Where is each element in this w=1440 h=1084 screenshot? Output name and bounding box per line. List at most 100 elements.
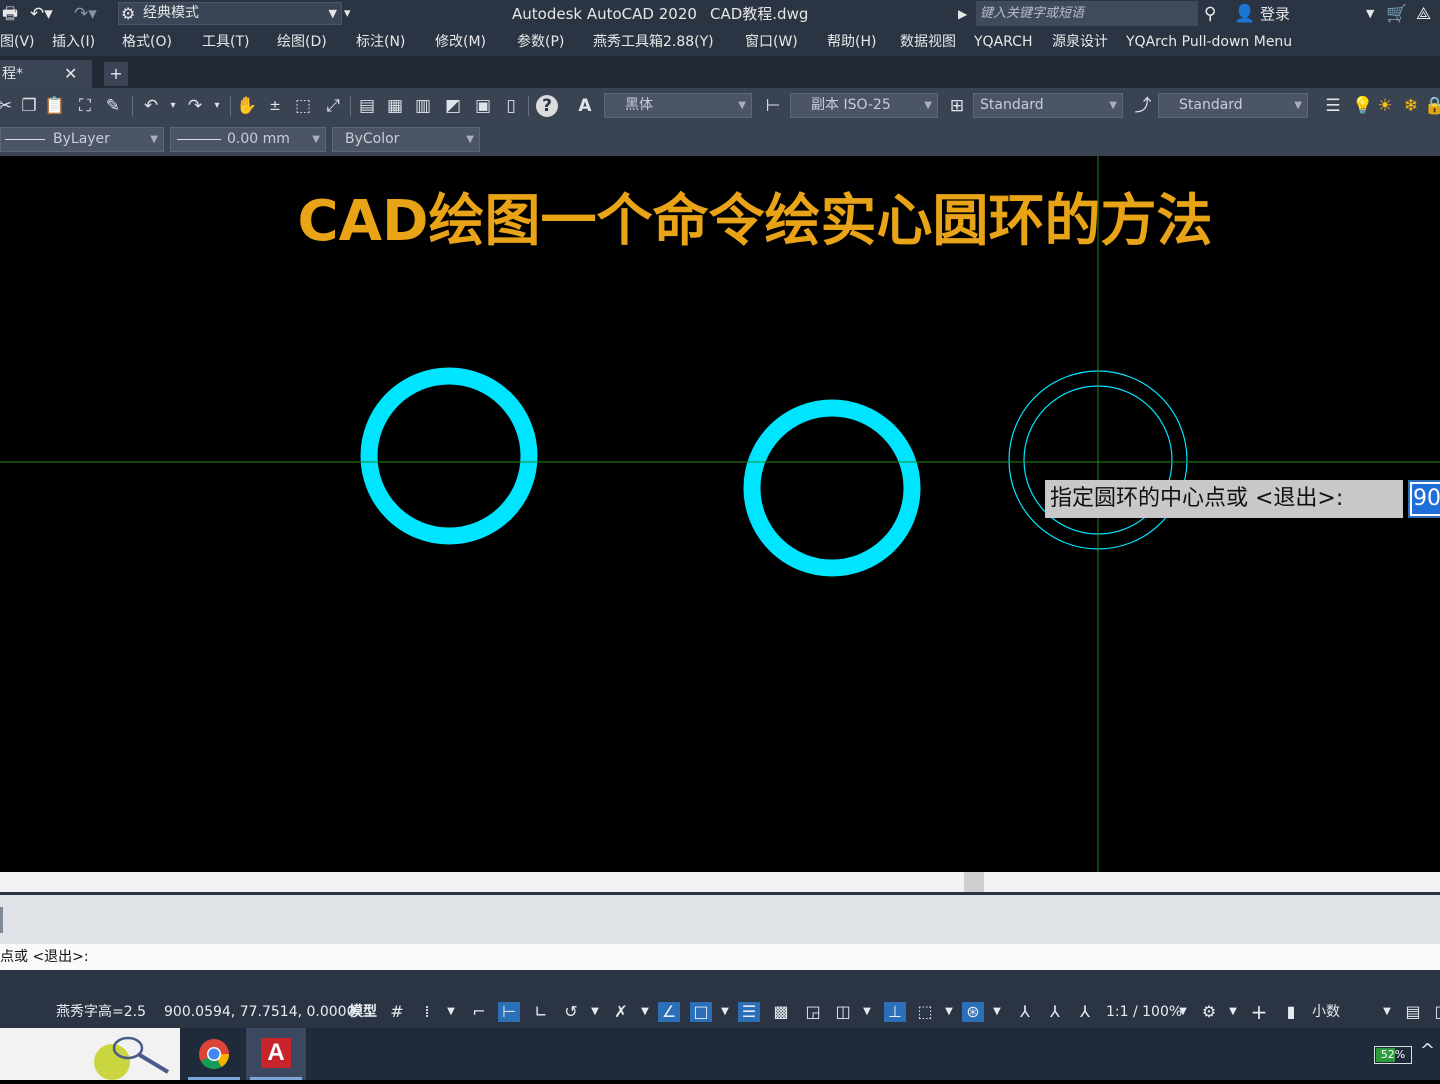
dynamic-input-icon[interactable]: ⊢	[498, 1002, 520, 1022]
annotation-scale-icon[interactable]: ⅄	[1074, 1002, 1096, 1022]
menu-item-yqarch-pulldown[interactable]: YQArch Pull-down Menu	[1126, 28, 1292, 56]
units-icon[interactable]: ▮	[1280, 1002, 1302, 1022]
undo-icon[interactable]: ↶▾	[30, 4, 53, 24]
signin-link[interactable]: 登录	[1260, 0, 1290, 28]
solid-donut-1[interactable]	[360, 367, 538, 545]
lineweight-select[interactable]: 0.00 mm ▼	[170, 127, 326, 152]
menu-item-modify[interactable]: 修改(M)	[435, 28, 486, 56]
menu-item-tools[interactable]: 工具(T)	[202, 28, 249, 56]
menu-item-view[interactable]: 图(V)	[0, 28, 35, 56]
lock-icon[interactable]: 🔒	[1424, 95, 1440, 117]
binoculars-icon[interactable]: ⚲	[1204, 4, 1216, 24]
properties-icon[interactable]: ▤	[356, 95, 378, 117]
gizmo-dropdown-icon[interactable]: ▼	[986, 1002, 1008, 1022]
show-hidden-icons-icon[interactable]: ^	[1420, 1040, 1435, 1061]
model-space-toggle[interactable]: 模型	[349, 996, 377, 1028]
lineweight-icon[interactable]: ☰	[738, 1002, 760, 1022]
multileader-style-icon[interactable]: ⤴	[1132, 95, 1154, 117]
user-icon[interactable]: 👤	[1234, 4, 1255, 24]
zoom-window-icon[interactable]: ⬚	[292, 95, 314, 117]
match-properties-icon[interactable]: ⛶	[74, 95, 96, 117]
paste-icon[interactable]: 📋	[44, 95, 66, 117]
table-style-icon[interactable]: ⊞	[946, 95, 968, 117]
object-snap-icon[interactable]: □	[690, 1002, 712, 1022]
multileader-style-select[interactable]: Standard ▼	[1158, 93, 1308, 118]
chrome-taskbar-button[interactable]	[184, 1028, 244, 1080]
selection-filter-dropdown-icon[interactable]: ▼	[938, 1002, 960, 1022]
cut-icon[interactable]: ✂	[0, 95, 16, 117]
selection-filter-icon[interactable]: ⬚	[914, 1002, 936, 1022]
undo-toolbar-icon[interactable]: ↶	[140, 95, 162, 117]
menu-item-dataview[interactable]: 数据视图	[900, 28, 956, 56]
text-height-readout[interactable]: 燕秀字高=2.5	[56, 996, 146, 1028]
zoom-previous-icon[interactable]: ⤢	[322, 95, 344, 117]
plotstyle-select[interactable]: ByColor ▼	[332, 127, 480, 152]
command-grip[interactable]	[0, 907, 3, 933]
dynamic-input-field[interactable]: 90	[1408, 480, 1440, 518]
dimension-style-icon[interactable]: ⊢	[762, 95, 784, 117]
menu-item-dimension[interactable]: 标注(N)	[356, 28, 405, 56]
workspace-gear-icon[interactable]: ⚙	[1198, 1002, 1220, 1022]
customize-qat-icon[interactable]: ▾	[344, 4, 351, 24]
solid-donut-2[interactable]	[743, 399, 921, 577]
menu-item-yqarch[interactable]: YQARCH	[974, 28, 1032, 56]
workspace-dropdown-icon[interactable]: ▼	[1222, 1002, 1244, 1022]
clean-screen-icon[interactable]: ▯	[1428, 1002, 1440, 1022]
tab-drawing[interactable]: 程* ✕	[0, 60, 92, 88]
zoom-realtime-icon[interactable]: ±	[264, 95, 286, 117]
units-value[interactable]: 小数	[1312, 996, 1340, 1028]
horizontal-scrollbar[interactable]	[0, 872, 1440, 892]
transparency-icon[interactable]: ▩	[770, 1002, 792, 1022]
scrollbar-thumb[interactable]	[964, 872, 984, 892]
lightbulb-icon[interactable]: 💡	[1352, 95, 1374, 117]
taskbar-search-area[interactable]	[0, 1028, 180, 1080]
auto-scale-icon[interactable]: ⅄	[1044, 1002, 1066, 1022]
menu-item-insert[interactable]: 插入(I)	[52, 28, 95, 56]
workspace-selector[interactable]: ⚙ 经典模式 ▼	[118, 2, 342, 25]
battery-indicator[interactable]: 52%	[1374, 1046, 1412, 1064]
menu-item-parametric[interactable]: 参数(P)	[517, 28, 564, 56]
text-style-select[interactable]: 黑体 ▼	[604, 93, 752, 118]
polar-icon[interactable]: ↺	[560, 1002, 582, 1022]
undo-dropdown-icon[interactable]: ▾	[162, 95, 184, 117]
snap-dropdown-icon[interactable]: ▼	[440, 1002, 462, 1022]
3d-osnap-dropdown-icon[interactable]: ▼	[856, 1002, 878, 1022]
drawing-canvas[interactable]: CAD绘图一个命令绘实心圆环的方法 指定圆环的中心点或 <退出>: 90	[0, 156, 1440, 872]
design-center-icon[interactable]: ▦	[384, 95, 406, 117]
menu-item-yuanquan[interactable]: 源泉设计	[1052, 28, 1108, 56]
calculator-icon[interactable]: ▯	[500, 95, 522, 117]
redo-icon[interactable]: ↷▾	[74, 4, 97, 24]
scale-dropdown-icon[interactable]: ▼	[1172, 1002, 1194, 1022]
selection-cycling-icon[interactable]: ◲	[802, 1002, 824, 1022]
layer-properties-icon[interactable]: ☰	[1322, 95, 1344, 117]
menu-item-yanxiu[interactable]: 燕秀工具箱2.88(Y)	[593, 28, 714, 56]
command-line[interactable]: 点或 <退出>:	[0, 944, 1440, 970]
object-snap-tracking-icon[interactable]: ∠	[658, 1002, 680, 1022]
annotation-monitor-icon[interactable]: +	[1248, 1002, 1270, 1022]
copy-icon[interactable]: ❐	[18, 95, 40, 117]
redo-toolbar-icon[interactable]: ↷	[184, 95, 206, 117]
block-editor-icon[interactable]: ✎	[102, 95, 124, 117]
menu-item-draw[interactable]: 绘图(D)	[277, 28, 327, 56]
search-input[interactable]: 键入关键字或短语	[976, 1, 1198, 26]
sun-icon[interactable]: ☀	[1374, 95, 1396, 117]
redo-dropdown-icon[interactable]: ▾	[206, 95, 228, 117]
text-style-icon[interactable]: A	[574, 95, 596, 117]
print-icon[interactable]: 🖶	[2, 4, 18, 24]
close-icon[interactable]: ✕	[64, 60, 77, 88]
table-style-select[interactable]: Standard ▼	[973, 93, 1123, 118]
tool-palettes-icon[interactable]: ▥	[412, 95, 434, 117]
menu-item-help[interactable]: 帮助(H)	[827, 28, 876, 56]
markup-icon[interactable]: ▣	[472, 95, 494, 117]
isodraft-dropdown-icon[interactable]: ▼	[634, 1002, 656, 1022]
search-expand-icon[interactable]: ▶	[958, 0, 967, 28]
menu-item-window[interactable]: 窗口(W)	[745, 28, 798, 56]
dimension-style-select[interactable]: 副本 ISO-25 ▼	[790, 93, 938, 118]
sheet-set-icon[interactable]: ◩	[442, 95, 464, 117]
ortho-icon[interactable]: ∟	[530, 1002, 552, 1022]
object-snap-dropdown-icon[interactable]: ▼	[714, 1002, 736, 1022]
isodraft-icon[interactable]: ✗	[610, 1002, 632, 1022]
signin-chevron-icon[interactable]: ▼	[1366, 0, 1374, 28]
new-tab-button[interactable]: +	[104, 62, 128, 86]
infer-constraints-icon[interactable]: ⌐	[468, 1002, 490, 1022]
